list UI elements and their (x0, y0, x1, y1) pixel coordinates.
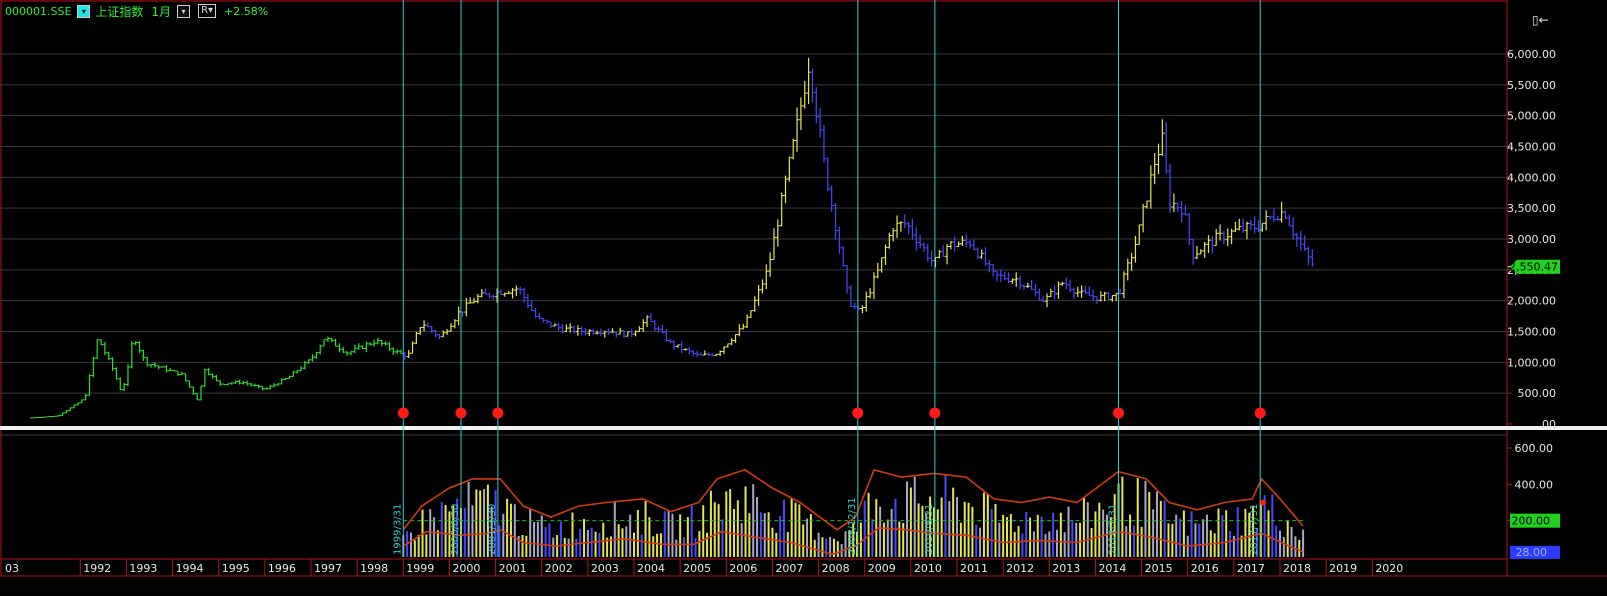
year-label: 1995 (222, 562, 250, 575)
year-label: 2014 (1098, 562, 1126, 575)
price-tick-label: 3,500.00 (1507, 202, 1556, 215)
panel-toggle-icon: ▯← (1532, 13, 1549, 27)
period-dropdown-icon[interactable]: ▾ (177, 4, 191, 18)
indicator-tick-label: 600.00 (1515, 442, 1554, 455)
year-label: 2011 (960, 562, 988, 575)
price-tick-label: 500.00 (1518, 387, 1557, 400)
marker-dot (455, 407, 467, 419)
year-label: 2005 (683, 562, 711, 575)
marker-date-label: 2000/6/30 (450, 504, 461, 555)
year-label: 1997 (314, 562, 342, 575)
marker-date-label: 2014/7/31 (1108, 504, 1119, 555)
change-percent: +2.58% (224, 4, 269, 18)
year-label: 2007 (775, 562, 803, 575)
price-tick-label: 6,000.00 (1507, 48, 1556, 61)
marker-date-label: 2010/8/31 (924, 504, 935, 555)
year-label: 2015 (1145, 562, 1173, 575)
year-label: 2004 (637, 562, 665, 575)
year-label: 2001 (499, 562, 527, 575)
price-tick-label: 5,500.00 (1507, 79, 1556, 92)
year-label: 1999 (406, 562, 434, 575)
year-label: 2006 (729, 562, 757, 575)
indicator-tick-label: 400.00 (1515, 478, 1554, 491)
instrument-name: 上证指数 (95, 4, 144, 19)
price-tick-label: 1,000.00 (1507, 356, 1556, 369)
time-axis-leading-label: 03 (5, 562, 19, 575)
year-label: 2003 (591, 562, 619, 575)
year-label: 2002 (545, 562, 573, 575)
last-price-label: 2,550.47 (1509, 261, 1558, 274)
dashed-level-label: 200.00 (1512, 515, 1551, 528)
year-label: 2008 (822, 562, 850, 575)
year-label: 2013 (1052, 562, 1080, 575)
year-label: 1996 (268, 562, 296, 575)
year-label: 1992 (83, 562, 111, 575)
year-label: 1998 (360, 562, 388, 575)
symbol-code[interactable]: 000001.SSE (5, 5, 71, 18)
marker-dot (929, 407, 941, 419)
price-tick-label: 1,500.00 (1507, 326, 1556, 339)
low-level-label: 28.00 (1516, 546, 1548, 559)
year-label: 2009 (868, 562, 896, 575)
year-label: 2017 (1237, 562, 1265, 575)
year-label: 2020 (1375, 562, 1403, 575)
period-label[interactable]: 1月 (151, 3, 171, 20)
price-tick-label: 5,000.00 (1507, 110, 1556, 123)
pane-separator (0, 426, 1607, 430)
symbol-menu-icon[interactable]: ▾ (77, 4, 91, 18)
price-chart[interactable]: 6,000.00 5,500.00 5,000.00 4,500.00 4,000.00… (0, 0, 1607, 596)
year-label: 1993 (129, 562, 157, 575)
year-label: 2010 (914, 562, 942, 575)
price-tick-label: 4,500.00 (1507, 141, 1556, 154)
year-label: 2018 (1283, 562, 1311, 575)
price-tick-label: 2,000.00 (1507, 295, 1556, 308)
price-tick-label: 3,000.00 (1507, 233, 1556, 246)
year-label: 2000 (452, 562, 480, 575)
chart-background (0, 0, 1607, 596)
indicator-marker-dot (1260, 499, 1267, 506)
mode-dropdown[interactable]: R▾ (198, 4, 217, 18)
marker-dot (852, 407, 864, 419)
marker-date-label: 1999/3/31 (392, 504, 403, 555)
marker-date-label: 2008/12/31 (847, 497, 858, 555)
marker-date-label: 2017/7/31 (1249, 504, 1260, 555)
marker-date-label: 2001/3/30 (487, 504, 498, 555)
marker-dot (1113, 407, 1125, 419)
year-label: 2016 (1191, 562, 1219, 575)
price-tick-label: 4,000.00 (1507, 171, 1556, 184)
marker-dot (1254, 407, 1266, 419)
chart-toolbar: 000001.SSE ▾ 上证指数 1月 ▾ R▾ +2.58% (0, 0, 268, 22)
year-label: 2019 (1329, 562, 1357, 575)
marker-dot (492, 407, 504, 419)
year-label: 2012 (1006, 562, 1034, 575)
year-label: 1994 (176, 562, 204, 575)
marker-dot (397, 407, 409, 419)
